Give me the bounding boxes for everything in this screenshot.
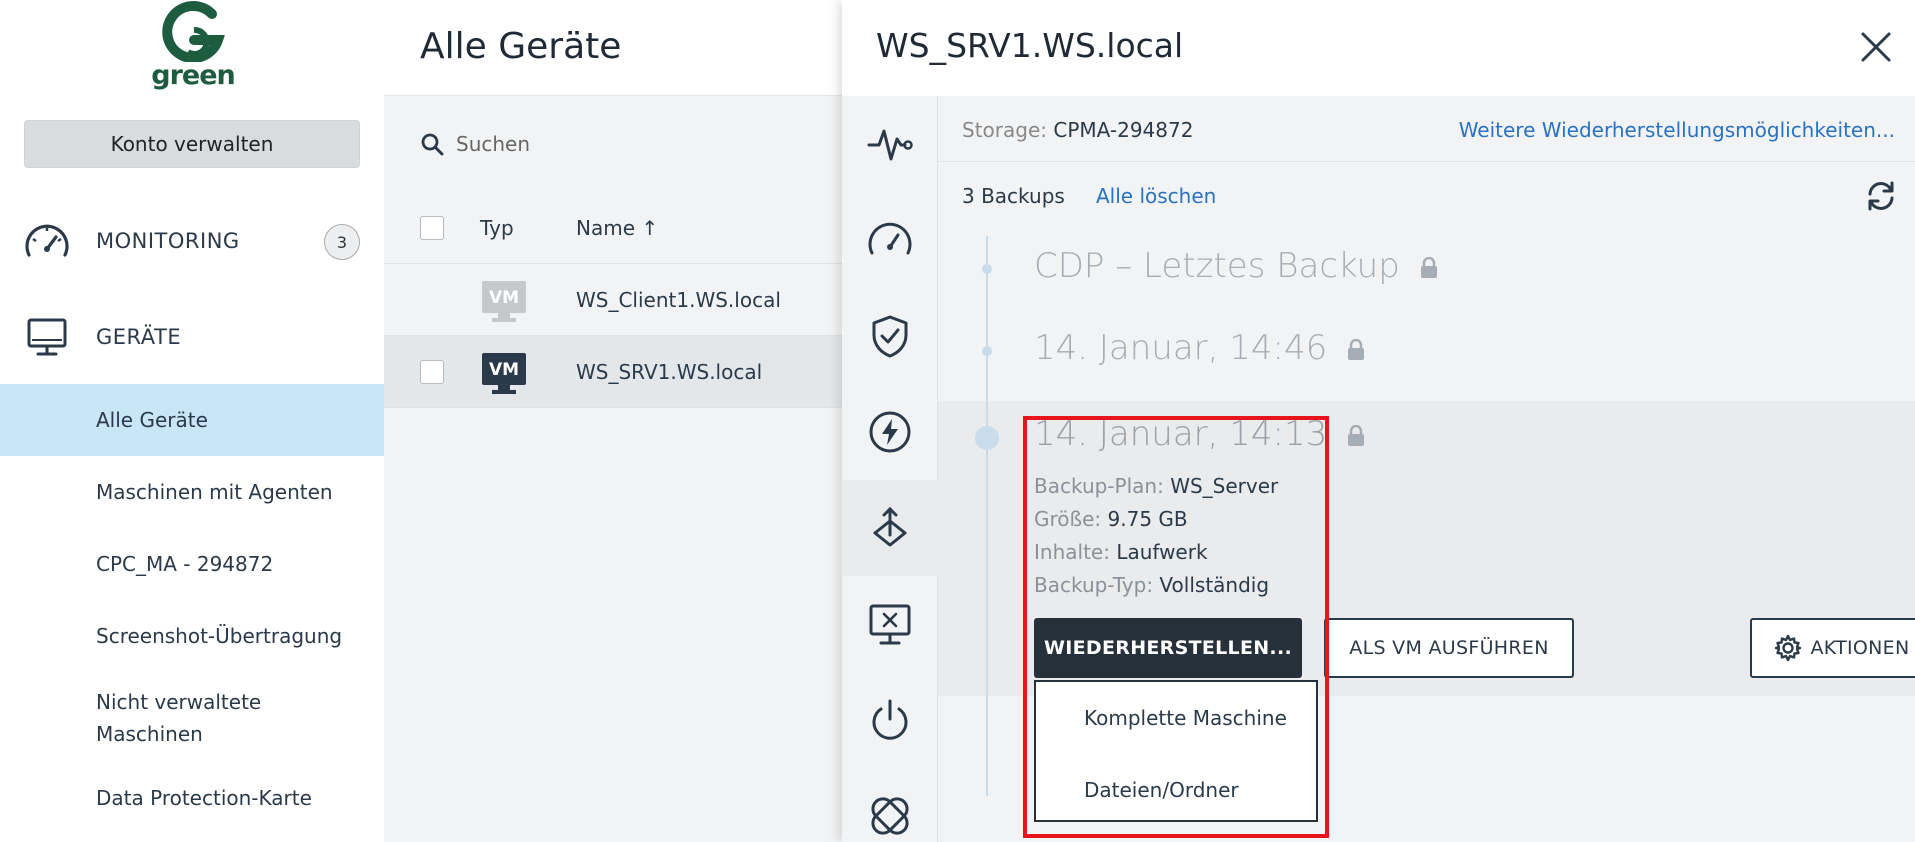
list-header: Alle Geräte <box>384 0 842 96</box>
device-detail-panel: WS_SRV1.WS.local Storage: CPMA-294872 We… <box>842 0 1915 842</box>
bandage-icon <box>871 797 909 835</box>
sidebar-item-screenshot-transfer[interactable]: Screenshot-Übertragung <box>0 600 384 672</box>
sidebar-item-label: Nicht verwaltete Maschinen <box>96 690 262 746</box>
backup-plan-info: Backup-Plan: WS_Server <box>1034 474 1279 498</box>
storage-row: Storage: CPMA-294872 Weitere Wiederherst… <box>938 96 1915 162</box>
timeline-dot <box>982 264 992 274</box>
sidebar-item-label: Screenshot-Übertragung <box>96 624 343 648</box>
column-header-type[interactable]: Typ <box>480 216 514 240</box>
backup-entry[interactable]: 14. Januar, 14:46 <box>1034 328 1366 368</box>
speedometer-icon <box>25 224 69 257</box>
storage-label: Storage: CPMA-294872 <box>962 118 1194 142</box>
lightning-icon <box>869 411 911 453</box>
sidebar-item-data-protection-map[interactable]: Data Protection-Karte <box>0 764 384 832</box>
sidebar-item-label: CPC_MA - 294872 <box>96 552 274 576</box>
timeline-dot-active <box>975 426 999 450</box>
table-row[interactable]: VM WS_Client1.WS.local <box>384 264 842 336</box>
actions-button[interactable]: AKTIONEN <box>1750 618 1915 678</box>
power-icon <box>872 699 908 740</box>
restore-button[interactable]: WIEDERHERSTELLEN... <box>1034 618 1302 678</box>
backup-entry[interactable]: CDP – Letztes Backup <box>1034 246 1439 286</box>
remote-desktop-icon <box>869 604 911 645</box>
sidebar-item-label: Maschinen mit Agenten <box>96 480 333 504</box>
backup-entry-title: 14. Januar, 14:13 <box>1034 414 1328 454</box>
device-name[interactable]: WS_SRV1.WS.local <box>576 360 762 384</box>
sidebar: green Konto verwalten MONITORING 3 GERÄT… <box>0 0 384 842</box>
lock-icon <box>1348 338 1365 360</box>
svg-text:VM: VM <box>489 360 519 380</box>
rail-monitoring[interactable] <box>842 192 938 288</box>
refresh-icon[interactable] <box>1863 178 1899 214</box>
backups-toolbar: 3 Backups Alle löschen <box>938 162 1915 228</box>
timeline-dot <box>982 346 992 356</box>
actions-label: AKTIONEN <box>1810 637 1910 659</box>
backup-entry-title: 14. Januar, 14:46 <box>1034 328 1328 368</box>
table-header: Typ Name ↑ <box>384 192 842 264</box>
device-name[interactable]: WS_Client1.WS.local <box>576 288 781 312</box>
sidebar-item-all-devices[interactable]: Alle Geräte <box>0 384 384 456</box>
monitor-icon <box>27 318 67 356</box>
sidebar-item-unmanaged-machines[interactable]: Nicht verwaltete Maschinen <box>0 684 384 752</box>
backup-content-info: Inhalte: Laufwerk <box>1034 540 1208 564</box>
timeline-line <box>986 236 988 796</box>
vm-icon: VM <box>482 279 526 323</box>
sidebar-item-label: Data Protection-Karte <box>96 786 312 810</box>
search-input[interactable] <box>456 128 816 160</box>
devices-list-panel: Alle Geräte Typ Name ↑ VM WS_Client1.WS.… <box>384 0 842 842</box>
recovery-icon <box>873 506 907 547</box>
sidebar-item-cpc-ma[interactable]: CPC_MA - 294872 <box>0 528 384 600</box>
search-icon <box>421 133 444 156</box>
table-row[interactable]: VM WS_SRV1.WS.local <box>384 336 842 408</box>
gear-icon <box>1774 634 1801 662</box>
rail-power[interactable] <box>842 672 938 768</box>
rail-cyber-protect[interactable] <box>842 384 938 480</box>
brand-logo: green <box>148 0 238 98</box>
vm-icon: VM <box>482 351 526 395</box>
menu-item-entire-machine[interactable]: Komplette Maschine <box>1084 706 1287 730</box>
speedometer-icon <box>868 222 912 255</box>
nav-monitoring[interactable]: MONITORING 3 <box>0 206 384 276</box>
backup-entry-title: CDP – Letztes Backup <box>1034 246 1400 286</box>
nav-devices[interactable]: GERÄTE <box>0 302 384 372</box>
lock-icon <box>1420 256 1437 278</box>
backup-size-info: Größe: 9.75 GB <box>1034 507 1188 531</box>
run-as-vm-button[interactable]: ALS VM AUSFÜHREN <box>1324 618 1574 678</box>
column-header-name[interactable]: Name ↑ <box>576 216 658 240</box>
manage-account-button[interactable]: Konto verwalten <box>24 120 360 168</box>
storage-value: CPMA-294872 <box>1053 118 1194 142</box>
restore-dropdown-menu: Komplette Maschine Dateien/Ordner <box>1034 680 1318 822</box>
more-restore-options-link[interactable]: Weitere Wiederherstellungsmöglichkeiten.… <box>1459 118 1895 142</box>
rail-patch[interactable] <box>842 768 938 842</box>
detail-icon-rail <box>842 96 938 842</box>
row-checkbox[interactable] <box>420 360 444 384</box>
alerts-count-badge: 3 <box>324 224 360 260</box>
close-icon[interactable] <box>1859 30 1893 64</box>
logo-mark-icon <box>162 1 225 62</box>
shield-check-icon <box>872 315 908 358</box>
rail-recovery[interactable] <box>842 480 938 576</box>
lock-icon <box>1348 424 1365 446</box>
nav-devices-label: GERÄTE <box>96 325 182 349</box>
rail-remote-desktop[interactable] <box>842 576 938 672</box>
activity-pulse-icon <box>867 129 913 161</box>
backups-content: Storage: CPMA-294872 Weitere Wiederherst… <box>938 96 1915 842</box>
backup-type-info: Backup-Typ: Vollständig <box>1034 573 1270 597</box>
select-all-checkbox[interactable] <box>420 216 444 240</box>
search-bar <box>384 96 842 192</box>
nav-monitoring-label: MONITORING <box>96 229 240 253</box>
sidebar-item-agent-machines[interactable]: Maschinen mit Agenten <box>0 456 384 528</box>
rail-activity[interactable] <box>842 96 938 192</box>
delete-all-link[interactable]: Alle löschen <box>1096 184 1216 208</box>
detail-title: WS_SRV1.WS.local <box>876 26 1184 65</box>
logo-text: green <box>151 60 236 91</box>
backup-entry-active[interactable]: 14. Januar, 14:13 <box>1034 414 1366 454</box>
rail-protection[interactable] <box>842 288 938 384</box>
svg-text:VM: VM <box>489 288 519 308</box>
page-title: Alle Geräte <box>420 26 622 67</box>
detail-header: WS_SRV1.WS.local <box>842 0 1915 96</box>
backup-count: 3 Backups <box>962 184 1065 208</box>
menu-item-files-folders[interactable]: Dateien/Ordner <box>1084 778 1239 802</box>
sidebar-item-label: Alle Geräte <box>96 408 208 432</box>
